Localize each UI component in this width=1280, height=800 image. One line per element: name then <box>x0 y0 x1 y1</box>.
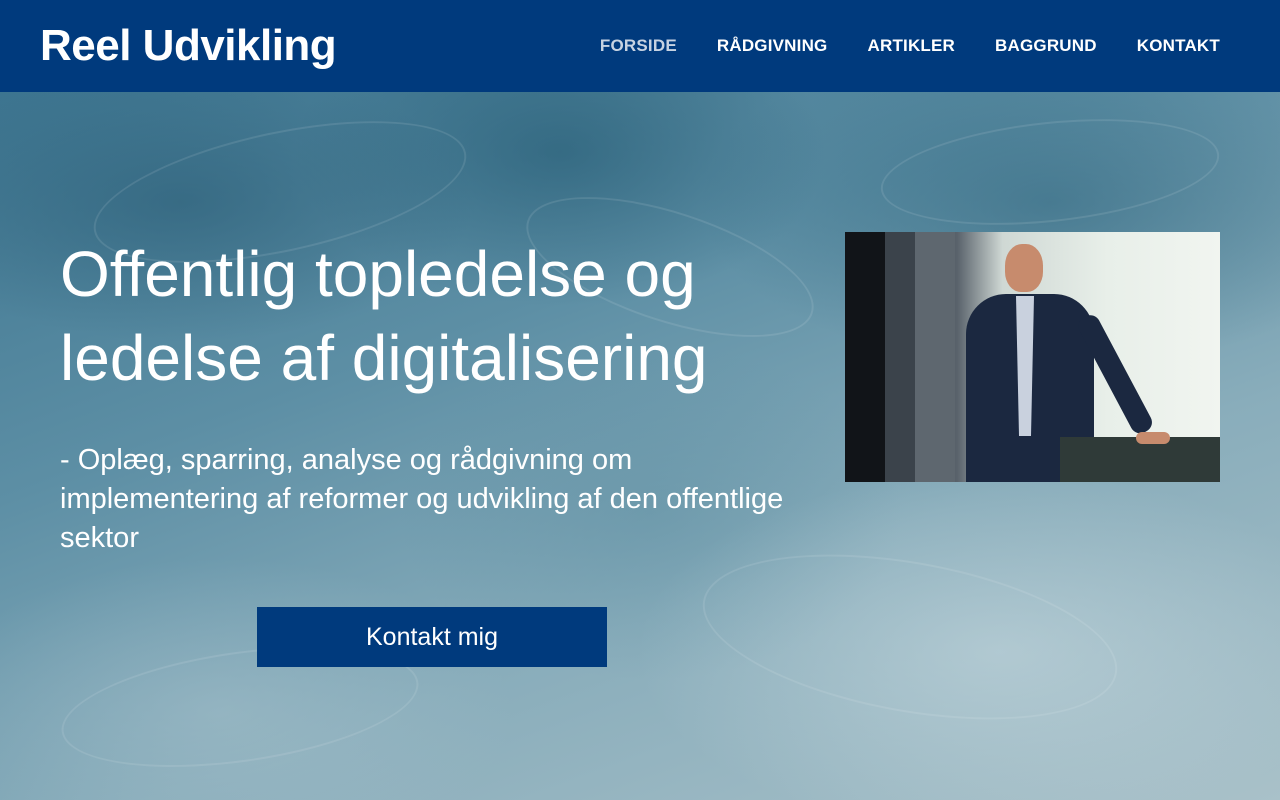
water-ripple <box>690 526 1130 748</box>
curtain-shape <box>845 232 885 482</box>
portrait-photo <box>845 232 1220 482</box>
water-ripple <box>875 104 1225 240</box>
curtain-shape <box>885 232 915 482</box>
person-head <box>1005 244 1043 292</box>
main-nav: FORSIDE RÅDGIVNING ARTIKLER BAGGRUND KON… <box>600 36 1220 56</box>
nav-item-artikler[interactable]: ARTIKLER <box>867 36 955 56</box>
nav-item-forside[interactable]: FORSIDE <box>600 36 677 56</box>
nav-item-baggrund[interactable]: BAGGRUND <box>995 36 1097 56</box>
hero-title: Offentlig topledelse og ledelse af digit… <box>60 238 708 394</box>
nav-item-kontakt[interactable]: KONTAKT <box>1137 36 1220 56</box>
hero-subtitle: - Oplæg, sparring, analyse og rådgivning… <box>60 444 784 554</box>
site-logo[interactable]: Reel Udvikling <box>40 21 337 71</box>
site-header: Reel Udvikling FORSIDE RÅDGIVNING ARTIKL… <box>0 0 1280 92</box>
contact-button[interactable]: Kontakt mig <box>257 607 607 667</box>
curtain-shape <box>915 232 955 482</box>
person-hand <box>1136 432 1170 444</box>
hero-section: Offentlig topledelse og ledelse af digit… <box>0 92 1280 800</box>
nav-item-radgivning[interactable]: RÅDGIVNING <box>717 36 828 56</box>
